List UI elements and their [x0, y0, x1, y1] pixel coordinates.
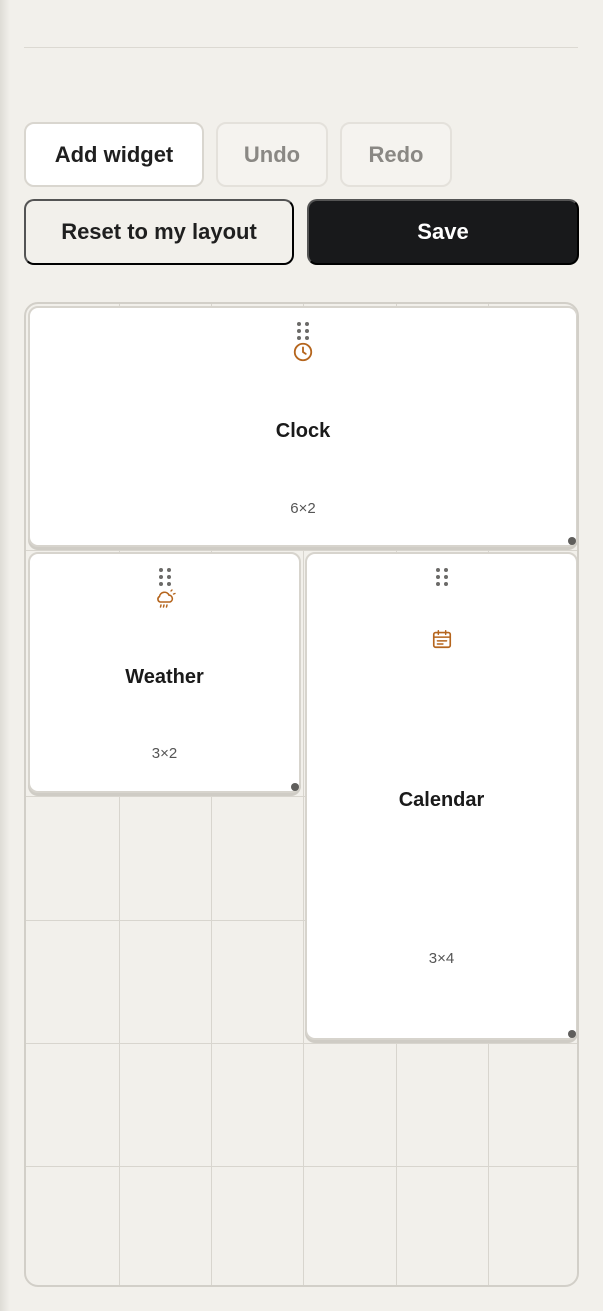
widget-size: 3×2 [151, 745, 178, 762]
clock-icon [293, 342, 313, 362]
reset-layout-button[interactable]: Reset to my layout [24, 199, 294, 265]
grid-line [26, 1166, 577, 1167]
calendar-icon [432, 630, 451, 649]
widget-size: 6×2 [290, 500, 316, 517]
widget-title: Weather [125, 666, 204, 688]
redo-button[interactable]: Redo [340, 122, 452, 187]
undo-button[interactable]: Undo [216, 122, 328, 187]
add-widget-button[interactable]: Add widget [24, 122, 204, 187]
drag-handle-icon[interactable] [435, 568, 448, 586]
resize-handle[interactable] [568, 537, 576, 545]
grid-line [26, 550, 577, 551]
drag-handle-icon[interactable] [158, 568, 171, 586]
drag-handle-icon[interactable] [297, 322, 309, 340]
widget-title: Clock [275, 420, 331, 442]
widget-clock[interactable]: Clock 6×2 [28, 306, 577, 547]
widget-calendar[interactable]: Calendar 3×4 [305, 552, 577, 1040]
grid-line [26, 1043, 577, 1044]
widget-grid: Clock 6×2 Weather 3×2 Calendar 3×4 [24, 302, 579, 1287]
resize-handle[interactable] [568, 1030, 576, 1038]
sidebar-edge-shadow [0, 0, 10, 1311]
widget-size: 3×4 [428, 950, 455, 967]
resize-handle[interactable] [291, 783, 299, 791]
save-button[interactable]: Save [307, 199, 579, 265]
divider [24, 47, 578, 48]
widget-weather[interactable]: Weather 3×2 [28, 552, 301, 793]
cloud-rain-icon [156, 589, 176, 608]
widget-title: Calendar [398, 789, 485, 811]
